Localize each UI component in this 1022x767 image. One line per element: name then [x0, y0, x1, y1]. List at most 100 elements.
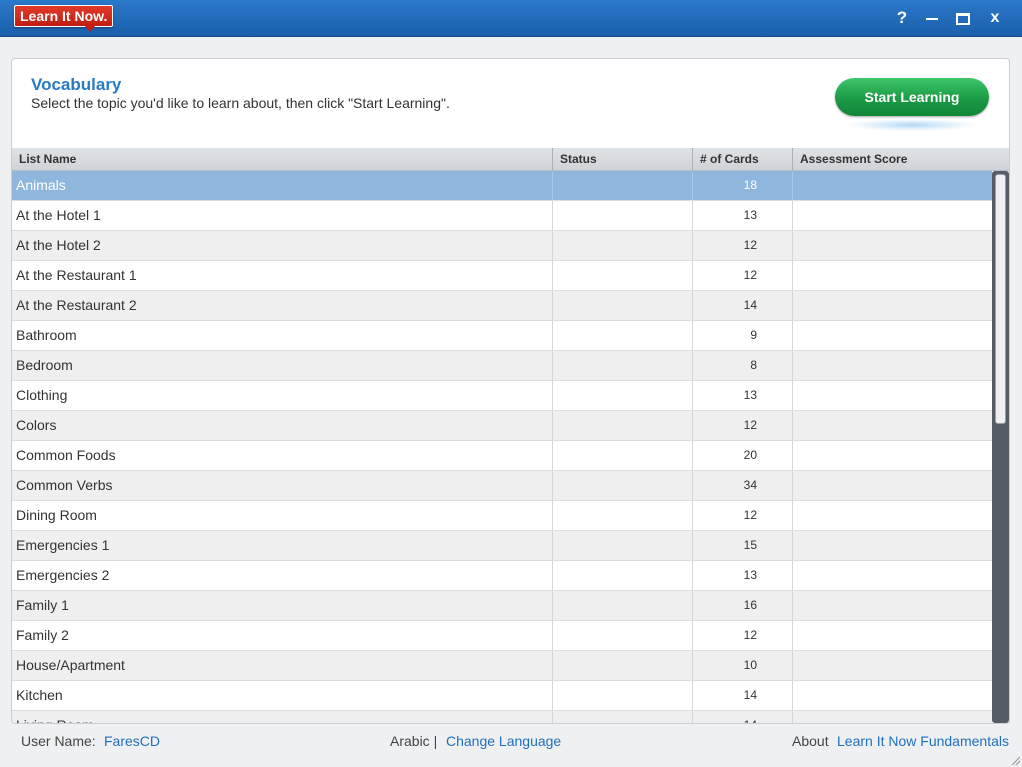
assessment-score-cell	[793, 441, 992, 470]
table-row[interactable]: At the Hotel 1 13	[12, 201, 992, 231]
card-count-cell: 12	[693, 261, 793, 290]
user-name-label: User Name:	[21, 733, 96, 749]
status-cell	[553, 651, 693, 680]
user-name-link[interactable]: FaresCD	[104, 733, 160, 749]
assessment-score-cell	[793, 711, 992, 723]
about-label: About	[792, 733, 829, 749]
list-name-cell: Clothing	[12, 381, 553, 410]
close-button[interactable]: x	[983, 6, 1007, 30]
assessment-score-cell	[793, 591, 992, 620]
card-count-cell: 14	[693, 711, 793, 723]
card-count-cell: 12	[693, 411, 793, 440]
list-name-cell: Emergencies 1	[12, 531, 553, 560]
status-cell	[553, 471, 693, 500]
table-row[interactable]: Family 1 16	[12, 591, 992, 621]
card-count-cell: 12	[693, 501, 793, 530]
assessment-score-cell	[793, 531, 992, 560]
card-count-cell: 15	[693, 531, 793, 560]
list-name-cell: At the Hotel 1	[12, 201, 553, 230]
vertical-scrollbar[interactable]	[992, 171, 1009, 723]
list-name-cell: Family 1	[12, 591, 553, 620]
assessment-score-cell	[793, 681, 992, 710]
status-cell	[553, 441, 693, 470]
status-cell	[553, 531, 693, 560]
maximize-button[interactable]	[951, 6, 975, 30]
assessment-score-cell	[793, 351, 992, 380]
list-name-cell: At the Restaurant 2	[12, 291, 553, 320]
card-count-cell: 34	[693, 471, 793, 500]
table-row[interactable]: At the Hotel 2 12	[12, 231, 992, 261]
card-count-cell: 18	[693, 171, 793, 200]
table-row[interactable]: Bedroom 8	[12, 351, 992, 381]
status-cell	[553, 501, 693, 530]
list-name-cell: Dining Room	[12, 501, 553, 530]
list-name-cell: House/Apartment	[12, 651, 553, 680]
table-row[interactable]: Colors 12	[12, 411, 992, 441]
status-cell	[553, 261, 693, 290]
list-name-cell: Bathroom	[12, 321, 553, 350]
assessment-score-cell	[793, 291, 992, 320]
column-header-list-name[interactable]: List Name	[12, 148, 553, 171]
assessment-score-cell	[793, 321, 992, 350]
card-count-cell: 8	[693, 351, 793, 380]
table-row[interactable]: Common Verbs 34	[12, 471, 992, 501]
column-header-assessment-score[interactable]: Assessment Score	[793, 148, 1009, 171]
vocabulary-panel: Vocabulary Select the topic you'd like t…	[11, 58, 1010, 724]
assessment-score-cell	[793, 381, 992, 410]
list-name-cell: Living Room	[12, 711, 553, 723]
table-row[interactable]: Living Room 14	[12, 711, 992, 723]
list-name-cell: Animals	[12, 171, 553, 200]
table-row[interactable]: Kitchen 14	[12, 681, 992, 711]
scrollbar-thumb[interactable]	[995, 174, 1006, 424]
status-cell	[553, 171, 693, 200]
table-row[interactable]: Emergencies 1 15	[12, 531, 992, 561]
table-row[interactable]: Bathroom 9	[12, 321, 992, 351]
footer: User Name: FaresCD Arabic | Change Langu…	[0, 724, 1022, 767]
table-row[interactable]: At the Restaurant 1 12	[12, 261, 992, 291]
card-count-cell: 9	[693, 321, 793, 350]
table-row[interactable]: Emergencies 2 13	[12, 561, 992, 591]
table-row[interactable]: House/Apartment 10	[12, 651, 992, 681]
column-header-status[interactable]: Status	[553, 148, 693, 171]
table-row[interactable]: Common Foods 20	[12, 441, 992, 471]
assessment-score-cell	[793, 231, 992, 260]
change-language-link[interactable]: Change Language	[446, 733, 561, 749]
resize-grip-icon[interactable]	[1012, 757, 1020, 765]
card-count-cell: 13	[693, 201, 793, 230]
assessment-score-cell	[793, 201, 992, 230]
minimize-button[interactable]	[920, 6, 944, 30]
assessment-score-cell	[793, 171, 992, 200]
button-glow	[847, 119, 977, 131]
status-cell	[553, 591, 693, 620]
assessment-score-cell	[793, 411, 992, 440]
card-count-cell: 20	[693, 441, 793, 470]
table-row[interactable]: Dining Room 12	[12, 501, 992, 531]
maximize-icon	[956, 12, 970, 25]
page-subtitle: Select the topic you'd like to learn abo…	[31, 95, 450, 111]
table-row[interactable]: Animals 18	[12, 171, 992, 201]
status-cell	[553, 321, 693, 350]
table-row[interactable]: Family 2 12	[12, 621, 992, 651]
list-name-cell: Emergencies 2	[12, 561, 553, 590]
list-name-cell: Bedroom	[12, 351, 553, 380]
card-count-cell: 10	[693, 651, 793, 680]
status-cell	[553, 201, 693, 230]
app-logo: Learn It Now.	[14, 5, 114, 32]
fundamentals-link[interactable]: Learn It Now Fundamentals	[837, 733, 1009, 749]
table-body: Animals 18 At the Hotel 1 13 At the Hotel 2 1…	[12, 171, 992, 723]
list-name-cell: Kitchen	[12, 681, 553, 710]
list-name-cell: At the Hotel 2	[12, 231, 553, 260]
minimize-icon	[926, 17, 938, 20]
status-cell	[553, 621, 693, 650]
help-button[interactable]: ?	[890, 6, 914, 30]
table-row[interactable]: Clothing 13	[12, 381, 992, 411]
current-language: Arabic |	[390, 733, 438, 749]
status-cell	[553, 411, 693, 440]
column-header-cards[interactable]: # of Cards	[693, 148, 793, 171]
assessment-score-cell	[793, 561, 992, 590]
assessment-score-cell	[793, 501, 992, 530]
table-row[interactable]: At the Restaurant 2 14	[12, 291, 992, 321]
assessment-score-cell	[793, 651, 992, 680]
card-count-cell: 13	[693, 561, 793, 590]
start-learning-button[interactable]: Start Learning	[835, 78, 989, 116]
